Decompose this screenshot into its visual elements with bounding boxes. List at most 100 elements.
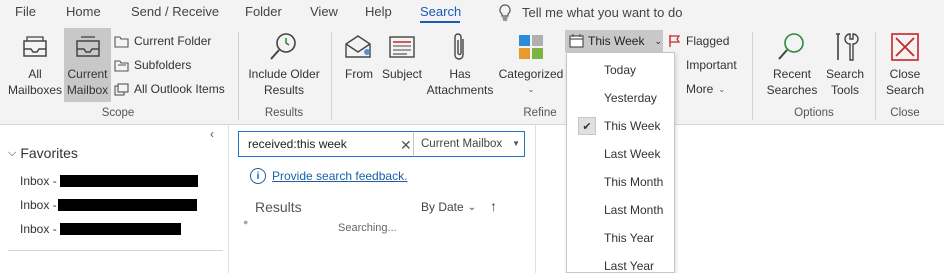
categorized-button[interactable]: Categorized ⌄ [497,28,565,98]
outlook-items-icon [114,82,129,96]
menu-item-last-week[interactable]: Last Week [567,141,674,167]
tell-me-label: Tell me what you want to do [522,5,683,20]
inbox-item[interactable]: Inbox - [20,198,57,212]
flag-icon [669,35,681,47]
inbox-label: Inbox - [20,222,57,236]
search-input[interactable]: received:this week ✕ [238,131,414,157]
group-separator [752,32,753,120]
redaction-bar [60,223,181,235]
menu-item-label: Yesterday [604,91,657,105]
all-mailboxes-button[interactable]: All Mailboxes [6,28,64,98]
close-group-label: Close [890,107,920,119]
collapse-pane-icon[interactable]: ‹ [210,127,214,141]
wrench-screwdriver-icon [836,33,859,61]
dropdown-arrow-icon: ▼ [512,139,520,148]
menu-item-last-year[interactable]: Last Year [567,253,674,273]
from-button[interactable]: From [339,28,379,82]
menu-item-label: Last Month [604,203,664,217]
has-attachments-button[interactable]: Has Attachments [425,28,495,98]
menu-item-this-year[interactable]: This Year [567,225,674,251]
tab-bar: File Home Send / Receive Folder View Hel… [0,0,944,26]
inbox-stack-icon [23,36,47,57]
menu-item-this-month[interactable]: This Month [567,169,674,195]
flagged-button[interactable]: Flagged [668,31,729,51]
tab-view[interactable]: View [310,4,338,19]
menu-item-label: This Month [604,175,664,189]
more-label: More [686,82,714,96]
inbox-item[interactable]: Inbox - [20,222,57,236]
search-tools-button[interactable]: Search Tools [824,28,866,98]
inbox-label: Inbox - [20,198,57,212]
tell-me-search[interactable]: Tell me what you want to do [498,4,682,21]
tab-file[interactable]: File [15,4,36,19]
subject-lines-icon [389,36,415,58]
inbox-item[interactable]: Inbox - [20,174,57,188]
paperclip-icon [454,33,464,60]
menu-item-this-week[interactable]: ✔ This Week [567,113,674,139]
ribbon: All Mailboxes Current Mailbox Current Fo… [0,26,944,125]
options-group-label: Options [794,107,834,119]
all-outlook-items-label: All Outlook Items [134,82,225,96]
recent-searches-button[interactable]: Recent Searches [760,28,824,98]
search-scope-value: Current Mailbox [421,138,503,150]
chevron-down-icon: ⌄ [467,201,477,213]
categories-icon [519,35,543,59]
this-week-dropdown-button[interactable]: This Week ⌄ [565,30,663,52]
group-separator [875,32,876,120]
more-button[interactable]: More ⌄ [668,79,725,99]
subject-button[interactable]: Subject [381,28,423,82]
current-mailbox-label: Current Mailbox [66,67,109,97]
search-status: Searching... [338,222,397,234]
include-older-label: Include Older Results [248,67,320,97]
subfolders-label: Subfolders [134,58,192,72]
tab-folder[interactable]: Folder [245,4,282,19]
calendar-icon [569,34,584,48]
sort-label: By Date [421,200,464,214]
navigation-pane: ‹ ⌵ Favorites Inbox - Inbox - Inbox - [0,125,229,273]
results-header: Results [255,199,302,215]
menu-item-label: This Year [604,231,655,245]
subfolders-icon [114,59,129,72]
from-label: From [345,67,373,81]
favorites-label: Favorites [20,145,78,161]
nav-divider [8,250,223,251]
feedback-link-text[interactable]: Provide search feedback. [272,169,407,183]
recent-search-icon [778,33,804,60]
tab-home[interactable]: Home [66,4,101,19]
current-folder-button[interactable]: Current Folder [114,31,211,51]
menu-item-label: Last Year [604,259,655,273]
results-group-label: Results [264,107,304,119]
clear-search-icon[interactable]: ✕ [400,137,412,154]
sort-direction-icon[interactable]: ↑ [490,198,497,214]
all-mailboxes-label: All Mailboxes [7,67,63,97]
chevron-down-icon: ⌵ [8,146,17,159]
important-button[interactable]: Important [668,55,737,75]
current-mailbox-button[interactable]: Current Mailbox [64,28,111,102]
tab-search[interactable]: Search [420,4,461,19]
menu-item-yesterday[interactable]: Yesterday [567,85,674,111]
menu-item-today[interactable]: Today [567,57,674,83]
menu-item-last-month[interactable]: Last Month [567,197,674,223]
tab-help[interactable]: Help [365,4,392,19]
sort-by-date-button[interactable]: By Date ⌄ [421,200,476,214]
search-feedback-link[interactable]: i Provide search feedback. [250,168,407,184]
close-search-button[interactable]: Close Search [882,28,928,98]
lightbulb-icon [499,4,511,21]
recent-searches-label: Recent Searches [766,67,818,97]
subfolders-button[interactable]: Subfolders [114,55,191,75]
favorites-header[interactable]: ⌵ Favorites [8,145,78,161]
search-scope-select[interactable]: Current Mailbox ▼ [413,131,525,157]
close-icon [891,33,919,61]
inbox-label: Inbox - [20,174,57,188]
search-query: received:this week [248,137,347,151]
close-search-label: Close Search [885,67,925,97]
tab-send-receive[interactable]: Send / Receive [131,4,219,19]
date-filter-menu: Today Yesterday ✔ This Week Last Week Thi… [566,52,675,273]
chevron-down-icon: ⌄ [654,35,663,46]
bullet-icon: ● [243,217,249,227]
all-outlook-items-button[interactable]: All Outlook Items [114,79,225,99]
include-older-results-button[interactable]: Include Older Results [246,28,322,98]
subject-label: Subject [381,67,423,81]
message-list-pane: received:this week ✕ Current Mailbox ▼ i… [230,125,536,273]
scope-group-label: Scope [101,107,135,119]
